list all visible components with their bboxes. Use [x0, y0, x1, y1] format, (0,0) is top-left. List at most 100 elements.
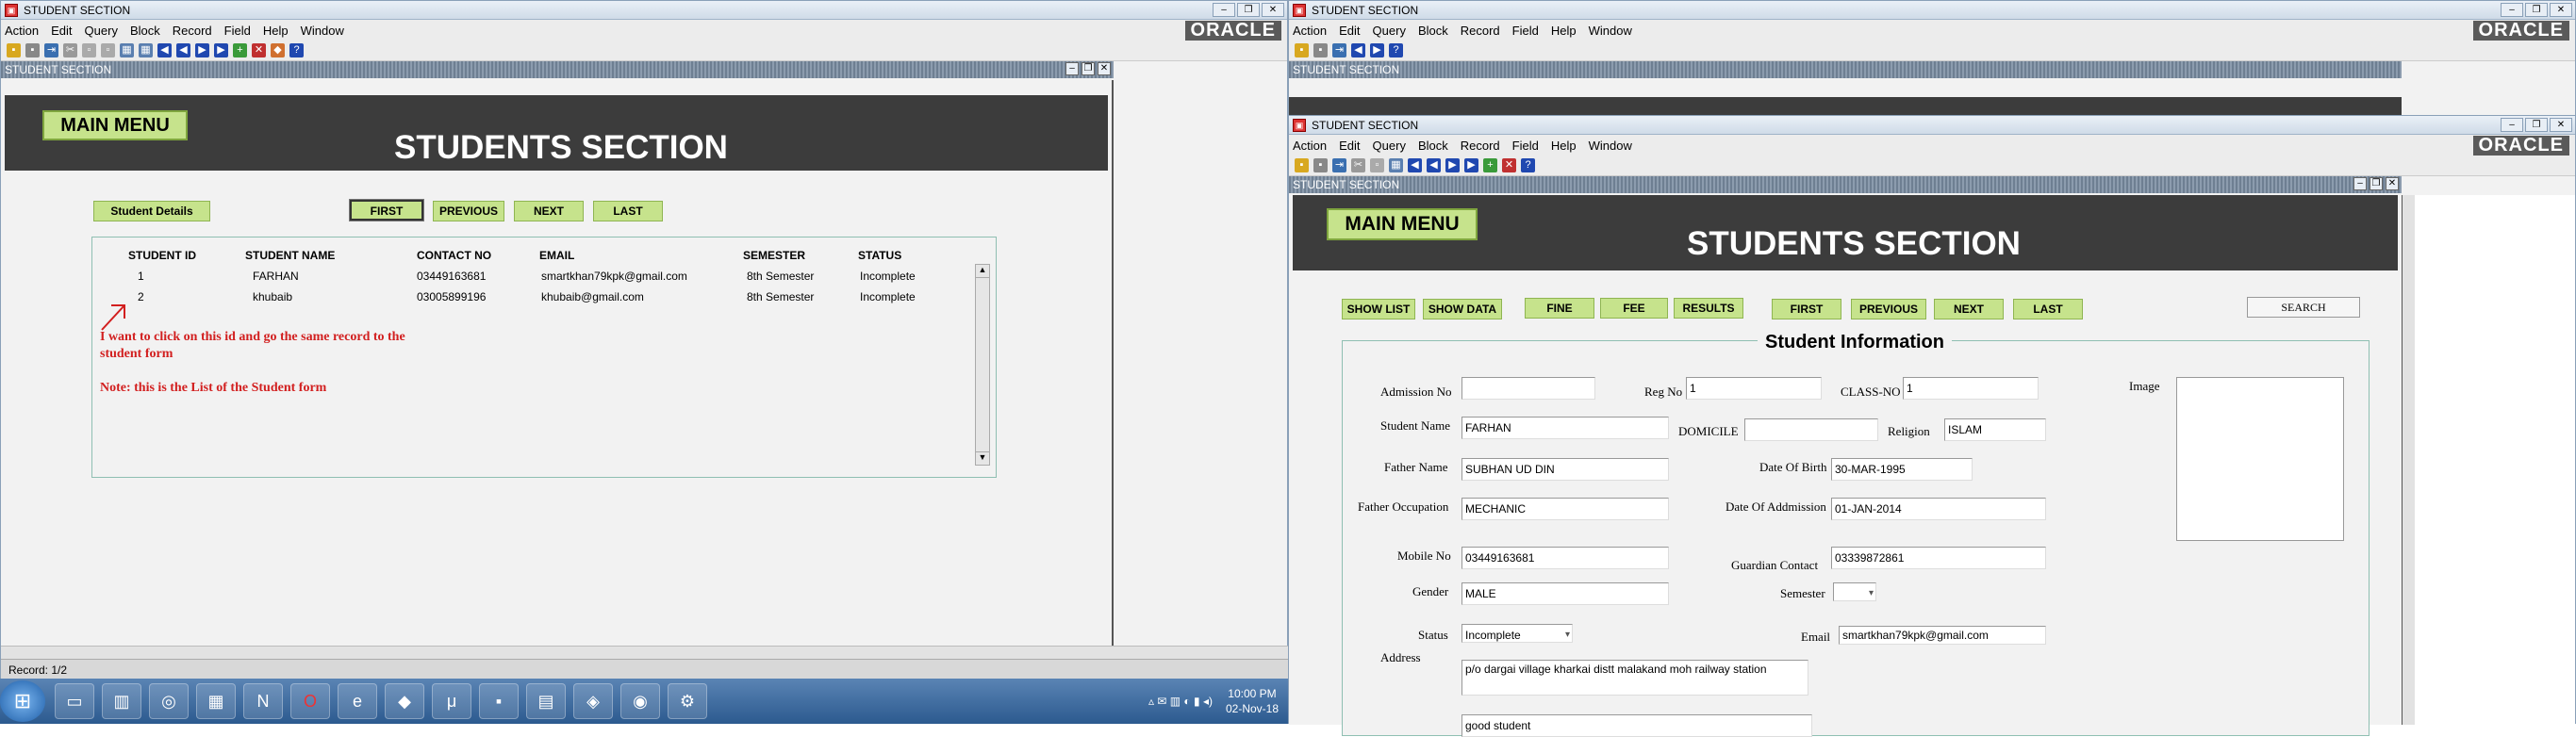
search-button[interactable]: SEARCH	[2247, 297, 2360, 318]
last-record-icon[interactable]: ▶	[214, 43, 228, 57]
admission-no-field[interactable]	[1461, 377, 1595, 400]
form-minimize-button[interactable]: –	[2353, 177, 2367, 190]
previous-record-icon[interactable]: ◀	[176, 43, 190, 57]
gender-field[interactable]: MALE	[1461, 582, 1669, 605]
row2-status[interactable]: Incomplete	[860, 290, 916, 303]
menu-field[interactable]: Field	[1512, 139, 1539, 153]
close-button[interactable]: ✕	[1262, 3, 1284, 17]
last-record-icon[interactable]: ▶	[1464, 158, 1478, 172]
next-button[interactable]: NEXT	[514, 201, 584, 221]
remarks-field[interactable]: good student	[1461, 714, 1812, 737]
status-dropdown[interactable]: Incomplete	[1461, 624, 1573, 643]
paste-icon[interactable]: ▫	[101, 43, 115, 57]
restore-button[interactable]: ❐	[2525, 3, 2548, 17]
exit-icon[interactable]: ⇥	[1332, 43, 1346, 57]
row2-contact[interactable]: 03005899196	[417, 290, 486, 303]
copy-icon[interactable]: ▫	[82, 43, 96, 57]
help-icon[interactable]: ?	[1389, 43, 1403, 57]
minimize-button[interactable]: –	[2501, 3, 2523, 17]
student-image-box[interactable]	[2176, 377, 2344, 541]
row1-student-id[interactable]: 1	[138, 270, 144, 283]
terminal-icon[interactable]: ▪	[479, 683, 519, 719]
form-close-button[interactable]: ✕	[1098, 62, 1111, 75]
globe-icon[interactable]: ◉	[620, 683, 660, 719]
row1-email[interactable]: smartkhan79kpk@gmail.com	[541, 270, 687, 283]
row2-student-id[interactable]: 2	[138, 290, 144, 303]
first-record-icon[interactable]: ◀	[1408, 158, 1422, 172]
clear-icon[interactable]: ◆	[271, 43, 285, 57]
show-list-button[interactable]: SHOW LIST	[1342, 299, 1415, 319]
next-record-icon[interactable]: ▶	[1370, 43, 1384, 57]
menu-field[interactable]: Field	[1512, 24, 1539, 38]
help-icon[interactable]: ?	[1521, 158, 1535, 172]
student-name-field[interactable]: FARHAN	[1461, 417, 1669, 439]
menu-help[interactable]: Help	[1551, 139, 1577, 153]
main-menu-button[interactable]: MAIN MENU	[1327, 208, 1478, 240]
menu-action[interactable]: Action	[1293, 139, 1327, 153]
row2-email[interactable]: khubaib@gmail.com	[541, 290, 644, 303]
exit-icon[interactable]: ⇥	[1332, 158, 1346, 172]
form-restore-button[interactable]: ❐	[2370, 177, 2383, 190]
fee-button[interactable]: FEE	[1600, 298, 1668, 319]
cut-icon[interactable]: ✂	[1351, 158, 1365, 172]
date-of-admission-field[interactable]: 01-JAN-2014	[1831, 498, 2046, 520]
menu-block[interactable]: Block	[1418, 139, 1448, 153]
clock[interactable]: 10:00 PM 02-Nov-18	[1226, 686, 1279, 716]
student-details-button[interactable]: Student Details	[93, 201, 210, 221]
menu-record[interactable]: Record	[1461, 139, 1500, 153]
first-button[interactable]: FIRST	[1772, 299, 1841, 319]
restore-button[interactable]: ❐	[1237, 3, 1260, 17]
save-icon[interactable]: ▪	[1295, 43, 1309, 57]
tray-icons[interactable]: ▵ ✉ ▥ ◐ ▮ ◂)	[1148, 695, 1213, 708]
menu-window[interactable]: Window	[1589, 24, 1632, 38]
close-button[interactable]: ✕	[2550, 118, 2572, 132]
main-menu-button[interactable]: MAIN MENU	[42, 110, 188, 140]
menu-action[interactable]: Action	[1293, 24, 1327, 38]
ie-icon[interactable]: e	[338, 683, 377, 719]
semester-dropdown[interactable]	[1833, 582, 1876, 601]
right-vertical-scrollbar[interactable]	[2402, 195, 2415, 725]
save-icon[interactable]: ▪	[7, 43, 21, 57]
list-scrollbar[interactable]: ▲ ▼	[975, 264, 990, 466]
print-icon[interactable]: ▪	[1313, 43, 1328, 57]
exit-icon[interactable]: ⇥	[44, 43, 58, 57]
minimize-button[interactable]: –	[1213, 3, 1235, 17]
form-close-button[interactable]: ✕	[2386, 177, 2399, 190]
first-record-icon[interactable]: ◀	[157, 43, 172, 57]
oracle-forms-icon[interactable]: ⚙	[668, 683, 707, 719]
menu-window[interactable]: Window	[301, 24, 344, 38]
last-button[interactable]: LAST	[2013, 299, 2083, 319]
first-record-icon[interactable]: ◀	[1351, 43, 1365, 57]
cut-icon[interactable]: ✂	[63, 43, 77, 57]
query-icon[interactable]: ▦	[120, 43, 134, 57]
scroll-down-icon[interactable]: ▼	[976, 451, 989, 465]
previous-button[interactable]: PREVIOUS	[1851, 299, 1926, 319]
execute-query-icon[interactable]: ▦	[139, 43, 153, 57]
print-icon[interactable]: ▪	[25, 43, 40, 57]
row1-status[interactable]: Incomplete	[860, 270, 916, 283]
form-restore-button[interactable]: ❐	[1082, 62, 1095, 75]
explorer-icon[interactable]: ▭	[55, 683, 94, 719]
print-icon[interactable]: ▪	[1313, 158, 1328, 172]
reg-no-field[interactable]: 1	[1686, 377, 1822, 400]
form-minimize-button[interactable]: –	[1065, 62, 1079, 75]
next-record-icon[interactable]: ▶	[195, 43, 209, 57]
menu-query[interactable]: Query	[1373, 139, 1406, 153]
minimize-button[interactable]: –	[2501, 118, 2523, 132]
menu-field[interactable]: Field	[224, 24, 251, 38]
next-button[interactable]: NEXT	[1934, 299, 2004, 319]
insert-record-icon[interactable]: +	[233, 43, 247, 57]
delete-record-icon[interactable]: ✕	[1502, 158, 1516, 172]
menu-edit[interactable]: Edit	[1339, 24, 1360, 38]
next-record-icon[interactable]: ▶	[1445, 158, 1460, 172]
first-button[interactable]: FIRST	[349, 199, 424, 221]
menu-record[interactable]: Record	[1461, 24, 1500, 38]
menu-query[interactable]: Query	[85, 24, 118, 38]
menu-block[interactable]: Block	[130, 24, 160, 38]
row1-contact[interactable]: 03449163681	[417, 270, 486, 283]
start-button[interactable]: ⊞	[0, 680, 45, 722]
close-button[interactable]: ✕	[2550, 3, 2572, 17]
row1-semester[interactable]: 8th Semester	[747, 270, 814, 283]
help-icon[interactable]: ?	[289, 43, 304, 57]
menu-action[interactable]: Action	[5, 24, 39, 38]
